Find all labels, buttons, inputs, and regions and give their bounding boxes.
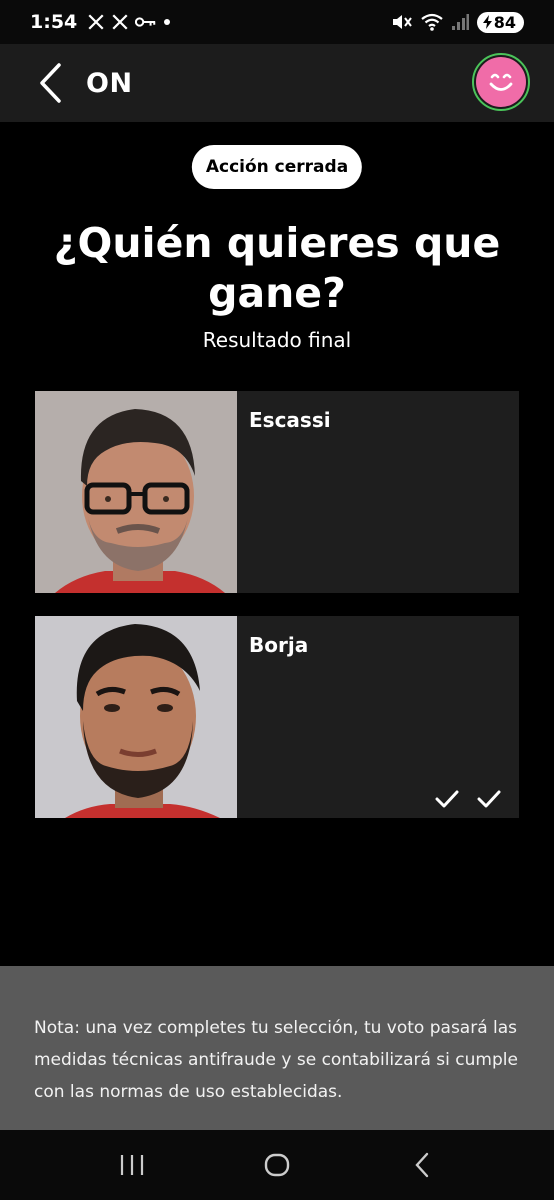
page-title: ¿Quién quieres que gane?: [53, 219, 501, 317]
contestant-photo-escassi: [35, 391, 237, 593]
avatar-circle: [476, 57, 526, 107]
x-logo-icon: [88, 14, 104, 30]
app-title: ON: [86, 67, 133, 99]
dot-icon: [164, 19, 171, 25]
check-icon: [435, 790, 459, 808]
recent-apps-button[interactable]: [102, 1140, 162, 1190]
back-arrow-icon: [40, 63, 61, 103]
status-badge: Acción cerrada: [191, 145, 363, 189]
status-bar: 1:54 84: [0, 0, 554, 44]
vote-status-checks: [435, 790, 501, 808]
wifi-icon: [421, 13, 443, 31]
option-name: Borja: [249, 633, 309, 657]
back-icon: [415, 1152, 428, 1178]
home-icon: [264, 1153, 290, 1177]
battery-indicator: 84: [476, 11, 524, 33]
avatar[interactable]: [472, 53, 530, 111]
contestant-photo: [35, 616, 237, 818]
back-button[interactable]: [20, 53, 80, 113]
system-nav-bar: [0, 1130, 554, 1200]
note-text: Nota: una vez completes tu selección, tu…: [34, 1018, 518, 1102]
signal-icon: [451, 14, 469, 30]
battery-level: 84: [493, 12, 516, 32]
charging-icon: [482, 15, 492, 29]
status-system-icons: 84: [391, 11, 524, 33]
contestant-photo-borja: [35, 616, 237, 818]
status-time: 1:54: [30, 11, 78, 33]
fraud-note: Nota: una vez completes tu selección, tu…: [0, 966, 554, 1130]
option-name: Escassi: [249, 408, 331, 432]
option-card-escassi[interactable]: Escassi: [35, 391, 519, 593]
nav-back-button[interactable]: [392, 1140, 452, 1190]
status-notification-icons: [87, 13, 171, 31]
x-logo-icon: [112, 14, 128, 30]
contestant-photo: [35, 391, 237, 593]
check-icon: [477, 790, 501, 808]
result-subtitle: Resultado final: [202, 328, 352, 352]
option-card-borja[interactable]: Borja: [35, 616, 519, 818]
app-header: ON: [0, 44, 554, 122]
home-button[interactable]: [247, 1140, 307, 1190]
key-icon: [135, 17, 156, 27]
mute-icon: [392, 15, 412, 29]
recent-apps-icon: [121, 1155, 144, 1175]
smiley-icon: [489, 73, 513, 91]
